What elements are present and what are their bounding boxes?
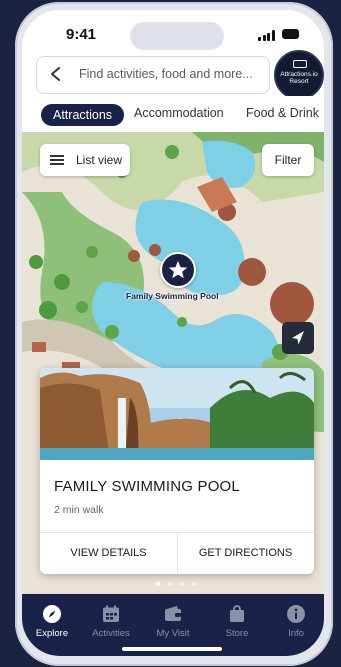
page-dot-active[interactable] (156, 582, 160, 586)
tab-my-visit[interactable]: My Visit (145, 604, 201, 639)
search-bar[interactable]: Find activities, food and more... (36, 56, 270, 94)
tab-food-drink[interactable]: Food & Drink (246, 106, 319, 120)
tab-explore[interactable]: Explore (24, 604, 80, 639)
tab-activities-label: Activities (92, 628, 130, 639)
shopping-bag-icon (230, 605, 244, 622)
category-tabs: Attractions Accommodation Food & Drink (22, 96, 324, 132)
filter-label: Filter (274, 153, 302, 167)
list-view-label: List view (76, 153, 123, 167)
status-time: 9:41 (66, 26, 97, 43)
tab-accommodation[interactable]: Accommodation (134, 106, 224, 120)
phone-screen: 9:41 Find activities, food and more... A… (22, 10, 324, 656)
view-details-button[interactable]: VIEW DETAILS (40, 533, 177, 574)
tab-my-visit-label: My Visit (156, 628, 190, 639)
battery-icon (282, 29, 299, 39)
tab-activities[interactable]: Activities (83, 604, 139, 639)
map-pin[interactable] (160, 252, 196, 288)
list-view-button[interactable]: List view (40, 144, 130, 176)
bed-icon (293, 60, 307, 68)
attraction-title: FAMILY SWIMMING POOL (54, 478, 240, 495)
search-input[interactable]: Find activities, food and more... (79, 67, 253, 81)
pagination-dots (150, 582, 200, 590)
bottom-tab-bar: Explore Activities My Visit Store Info (22, 594, 324, 656)
home-indicator (122, 647, 222, 651)
get-directions-button[interactable]: GET DIRECTIONS (177, 533, 314, 574)
tab-info-label: Info (288, 628, 304, 639)
locate-me-button[interactable] (282, 322, 314, 354)
tab-store-label: Store (225, 628, 249, 639)
walk-time: 2 min walk (54, 504, 104, 516)
logo-text: Attractions.io Resort (280, 71, 318, 85)
info-icon (287, 605, 305, 623)
page-dot[interactable] (180, 582, 184, 586)
back-arrow-icon[interactable] (49, 66, 63, 82)
status-bar: 9:41 (22, 10, 324, 56)
page-dot[interactable] (192, 582, 196, 586)
tab-store[interactable]: Store (209, 604, 265, 639)
filter-button[interactable]: Filter (262, 144, 314, 176)
star-icon (168, 261, 188, 279)
calendar-icon (103, 605, 119, 622)
tab-attractions[interactable]: Attractions (41, 104, 125, 126)
dynamic-island (130, 22, 224, 50)
tab-explore-label: Explore (35, 628, 69, 639)
pin-label: Family Swimming Pool (126, 291, 219, 301)
compass-icon (43, 605, 61, 623)
list-icon (50, 155, 64, 165)
navigation-arrow-icon (292, 331, 304, 345)
wallet-icon (165, 606, 181, 621)
page-dot[interactable] (168, 582, 172, 586)
attraction-photo (40, 368, 314, 460)
resort-logo[interactable]: Attractions.io Resort (274, 50, 324, 100)
attraction-card[interactable]: FAMILY SWIMMING POOL 2 min walk VIEW DET… (40, 368, 314, 574)
tab-info[interactable]: Info (268, 604, 324, 639)
signal-icon (258, 29, 276, 41)
